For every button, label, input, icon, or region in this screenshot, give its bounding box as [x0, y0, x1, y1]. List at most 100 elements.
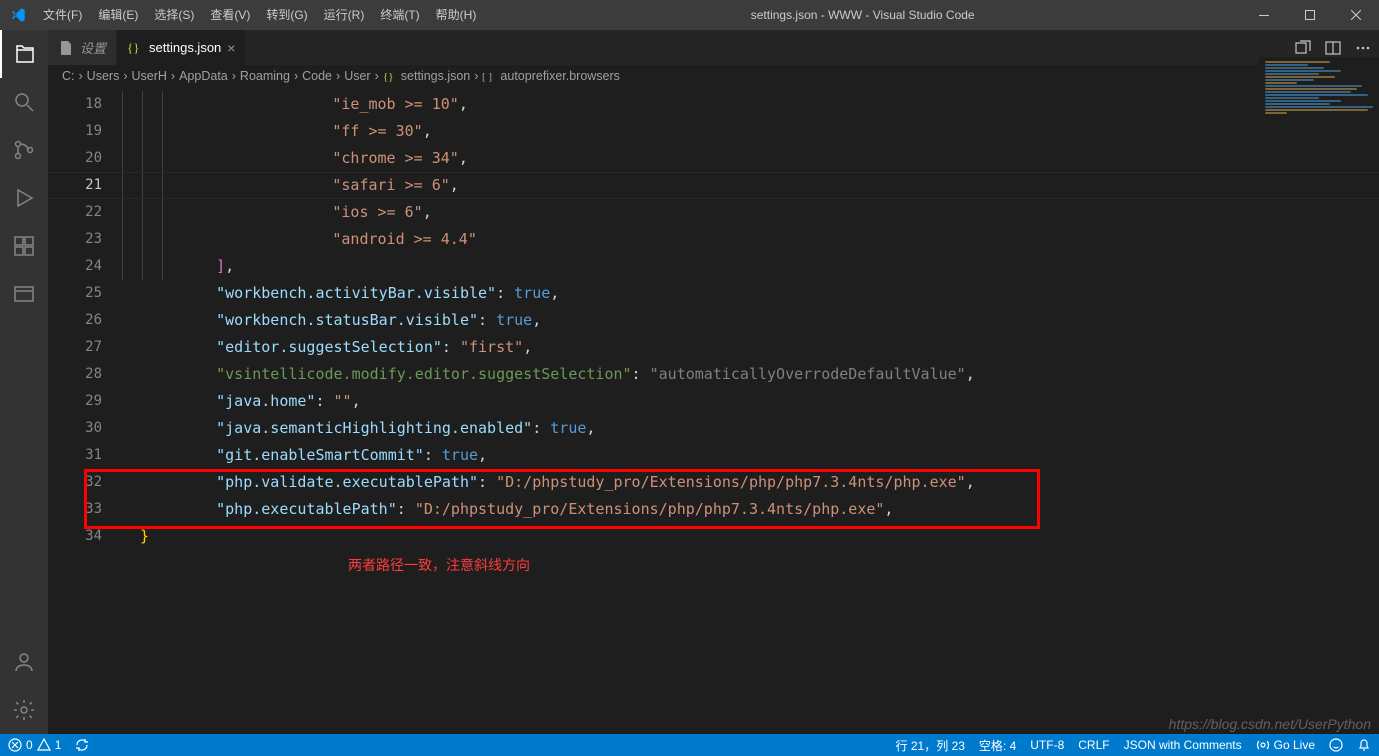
watermark-text: https://blog.csdn.net/UserPython	[1169, 716, 1371, 732]
code-line[interactable]: "git.enableSmartCommit": true,	[180, 442, 1379, 469]
breadcrumb-segment[interactable]: autoprefixer.browsers	[500, 69, 620, 83]
code-line[interactable]: "ie_mob >= 10",	[180, 91, 1379, 118]
maximize-button[interactable]	[1287, 0, 1333, 30]
tab-label: settings.json	[149, 40, 221, 55]
line-number: 20	[48, 145, 122, 172]
breadcrumb-segment[interactable]: Users	[87, 69, 120, 83]
line-number: 31	[48, 442, 122, 469]
search-icon[interactable]	[0, 78, 48, 126]
window-title: settings.json - WWW - Visual Studio Code	[484, 8, 1241, 22]
line-number: 27	[48, 334, 122, 361]
minimize-button[interactable]	[1241, 0, 1287, 30]
cursor-position[interactable]: 行 21，列 23	[896, 737, 965, 754]
menu-item[interactable]: 选择(S)	[146, 0, 202, 30]
settings-gear-icon[interactable]	[0, 686, 48, 734]
split-editor-icon[interactable]	[1325, 40, 1341, 56]
go-live[interactable]: Go Live	[1256, 738, 1315, 752]
close-icon[interactable]: ×	[227, 40, 235, 56]
source-control-icon[interactable]	[0, 126, 48, 174]
chevron-right-icon: ›	[123, 69, 127, 83]
tab-label: 设置	[80, 38, 106, 57]
breadcrumb-segment[interactable]: Roaming	[240, 69, 290, 83]
breadcrumb-segment[interactable]: User	[344, 69, 370, 83]
braces-icon: {}	[383, 69, 397, 83]
sync-icon[interactable]	[75, 738, 89, 752]
code-line[interactable]: "android >= 4.4"	[180, 226, 1379, 253]
code-line[interactable]: "editor.suggestSelection": "first",	[180, 334, 1379, 361]
title-bar: 文件(F)编辑(E)选择(S)查看(V)转到(G)运行(R)终端(T)帮助(H)…	[0, 0, 1379, 30]
warning-icon	[37, 738, 51, 752]
code-line[interactable]: "workbench.activityBar.visible": true,	[180, 280, 1379, 307]
svg-text:{}: {}	[383, 71, 394, 83]
chevron-right-icon: ›	[375, 69, 379, 83]
spaces-indicator[interactable]: 空格: 4	[979, 737, 1016, 754]
code-line[interactable]: "chrome >= 34",	[180, 145, 1379, 172]
array-icon: [ ]	[482, 69, 496, 83]
annotation-text: 两者路径一致，注意斜线方向	[348, 555, 530, 575]
line-number: 22	[48, 199, 122, 226]
code-line[interactable]: "workbench.statusBar.visible": true,	[180, 307, 1379, 334]
chevron-right-icon: ›	[79, 69, 83, 83]
minimap[interactable]	[1259, 57, 1379, 157]
chevron-right-icon: ›	[474, 69, 478, 83]
code-line[interactable]: "ios >= 6",	[180, 199, 1379, 226]
language-mode[interactable]: JSON with Comments	[1124, 738, 1242, 752]
menu-item[interactable]: 终端(T)	[372, 0, 427, 30]
code-line[interactable]: "vsintellicode.modify.editor.suggestSele…	[180, 361, 1379, 388]
account-icon[interactable]	[0, 638, 48, 686]
breadcrumb-segment[interactable]: Code	[302, 69, 332, 83]
explorer-icon[interactable]	[0, 30, 48, 78]
menu-item[interactable]: 转到(G)	[258, 0, 315, 30]
encoding-indicator[interactable]: UTF-8	[1030, 738, 1064, 752]
tabs-row: 设置 {} settings.json ×	[48, 30, 1379, 65]
open-changes-icon[interactable]	[1295, 40, 1311, 56]
code-line[interactable]: "java.home": "",	[180, 388, 1379, 415]
menu-item[interactable]: 查看(V)	[202, 0, 258, 30]
code-line[interactable]: "java.semanticHighlighting.enabled": tru…	[180, 415, 1379, 442]
breadcrumb-segment[interactable]: C:	[62, 69, 75, 83]
tab-settings[interactable]: 设置	[48, 30, 117, 65]
svg-text:{}: {}	[127, 40, 139, 55]
extra-panel-icon[interactable]	[0, 270, 48, 318]
line-number: 23	[48, 226, 122, 253]
code-content[interactable]: "ie_mob >= 10", "ff >= 30", "chrome >= 3…	[180, 87, 1379, 734]
more-actions-icon[interactable]	[1355, 40, 1371, 56]
line-number: 29	[48, 388, 122, 415]
menu-bar: 文件(F)编辑(E)选择(S)查看(V)转到(G)运行(R)终端(T)帮助(H)	[35, 0, 484, 30]
chevron-right-icon: ›	[232, 69, 236, 83]
menu-item[interactable]: 帮助(H)	[428, 0, 485, 30]
close-button[interactable]	[1333, 0, 1379, 30]
feedback-icon[interactable]	[1329, 738, 1343, 752]
activity-bar	[0, 30, 48, 734]
breadcrumb-segment[interactable]: UserH	[132, 69, 167, 83]
eol-indicator[interactable]: CRLF	[1078, 738, 1109, 752]
notifications-icon[interactable]	[1357, 738, 1371, 752]
menu-item[interactable]: 编辑(E)	[90, 0, 146, 30]
editor[interactable]: 1819202122232425262728293031323334 "ie_m…	[48, 87, 1379, 734]
status-bar: 0 1 行 21，列 23 空格: 4 UTF-8 CRLF JSON with…	[0, 734, 1379, 756]
tab-settings-json[interactable]: {} settings.json ×	[117, 30, 246, 65]
window-controls	[1241, 0, 1379, 30]
breadcrumb-segment[interactable]: settings.json	[401, 69, 470, 83]
broadcast-icon	[1256, 738, 1270, 752]
menu-item[interactable]: 文件(F)	[35, 0, 90, 30]
line-number: 28	[48, 361, 122, 388]
svg-text:[ ]: [ ]	[482, 71, 492, 83]
code-line[interactable]: ],	[180, 253, 1379, 280]
file-icon	[58, 40, 74, 56]
vscode-logo-icon	[0, 7, 35, 23]
breadcrumb-segment[interactable]: AppData	[179, 69, 228, 83]
chevron-right-icon: ›	[336, 69, 340, 83]
errors-warnings[interactable]: 0 1	[8, 738, 61, 752]
editor-region: 设置 {} settings.json × C:›Users›UserH›App…	[48, 30, 1379, 734]
error-icon	[8, 738, 22, 752]
menu-item[interactable]: 运行(R)	[316, 0, 373, 30]
extensions-icon[interactable]	[0, 222, 48, 270]
code-line[interactable]: "ff >= 30",	[180, 118, 1379, 145]
chevron-right-icon: ›	[171, 69, 175, 83]
line-number: 25	[48, 280, 122, 307]
breadcrumb[interactable]: C:›Users›UserH›AppData›Roaming›Code›User…	[48, 65, 1379, 87]
braces-icon: {}	[127, 40, 143, 56]
line-number: 18	[48, 91, 122, 118]
run-debug-icon[interactable]	[0, 174, 48, 222]
